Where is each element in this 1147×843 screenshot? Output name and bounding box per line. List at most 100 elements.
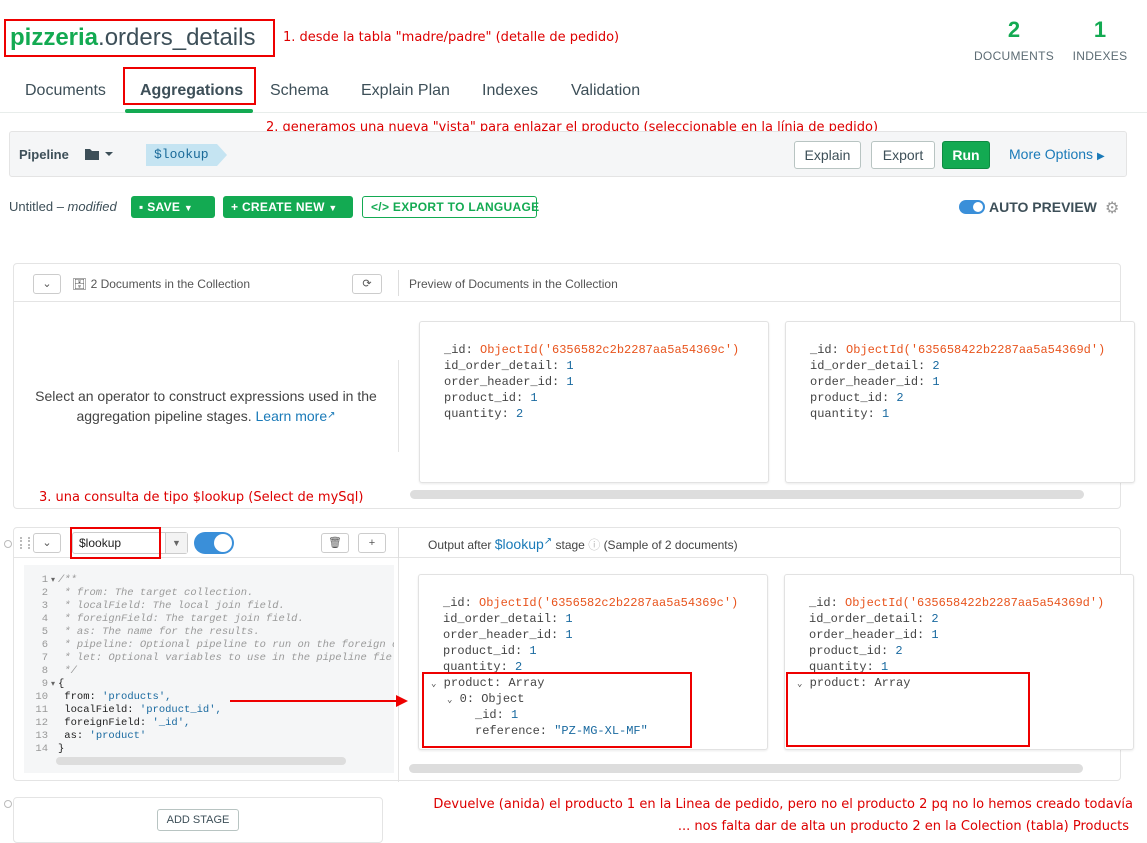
divider xyxy=(398,360,399,452)
info-icon: ⓘ xyxy=(588,538,601,552)
collection-count-label: 2 Documents in the Collection xyxy=(90,277,250,291)
code-line: 6 * pipeline: Optional pipeline to run o… xyxy=(41,639,394,651)
create-new-label: CREATE NEW xyxy=(241,200,325,214)
collapse-button[interactable]: ⌄ xyxy=(33,274,61,294)
add-after-stage-button[interactable]: + xyxy=(358,533,386,553)
documents-count: 2 xyxy=(1007,17,1021,42)
arrow-annotation xyxy=(230,694,410,711)
documents-stat: 2 DOCUMENTS xyxy=(970,17,1058,63)
divider xyxy=(398,558,399,782)
drag-handle-icon[interactable] xyxy=(20,537,30,549)
caret-down-icon: ▼ xyxy=(183,203,194,213)
save-icon: ▪ xyxy=(139,200,144,214)
tab-schema[interactable]: Schema xyxy=(270,82,329,100)
learn-more-label: Learn more xyxy=(255,408,328,424)
refresh-button[interactable]: ⟳ xyxy=(352,274,382,294)
code-line: 13 as: 'product' xyxy=(35,730,147,742)
code-line: 10 from: 'products', xyxy=(35,691,172,703)
auto-preview-toggle[interactable] xyxy=(959,200,985,214)
tab-documents[interactable]: Documents xyxy=(25,82,106,100)
pipeline-name-dash: – xyxy=(53,199,68,214)
learn-more-link[interactable]: Learn more↗ xyxy=(256,408,336,424)
auto-preview-label: AUTO PREVIEW xyxy=(989,199,1097,215)
tab-indexes[interactable]: Indexes xyxy=(482,82,538,100)
gear-icon[interactable]: ⚙ xyxy=(1105,198,1119,218)
collection-count: 🗄 2 Documents in the Collection xyxy=(72,277,250,291)
code-line: 12 foreignField: '_id', xyxy=(35,717,191,729)
more-options-link[interactable]: More Options ▶ xyxy=(1009,146,1105,162)
add-stage-panel: ADD STAGE xyxy=(13,797,383,843)
caret-down-icon: ▼ xyxy=(328,203,338,213)
stage-code-editor[interactable]: 1 ▾/** 2 * from: The target collection. 3 *… xyxy=(24,565,394,773)
folder-icon[interactable] xyxy=(84,147,114,164)
chevron-down-icon: ▼ xyxy=(165,533,187,553)
indexes-count: 1 xyxy=(1093,17,1107,42)
help-line-2: aggregation pipeline stages. xyxy=(76,408,252,424)
stage-connector xyxy=(4,540,12,548)
delete-stage-button[interactable]: 🗑 xyxy=(321,533,349,553)
collapse-button[interactable]: ⌄ xyxy=(33,533,61,553)
annotation-4: Devuelve (anida) el producto 1 en la Lin… xyxy=(433,797,1133,812)
tab-validation[interactable]: Validation xyxy=(571,82,640,100)
output-prefix: Output after xyxy=(428,538,492,552)
output-operator-link[interactable]: $lookup xyxy=(495,536,544,552)
help-text: Select an operator to construct expressi… xyxy=(14,386,398,426)
code-line: 14} xyxy=(35,743,65,755)
editor-scrollbar[interactable] xyxy=(56,757,346,765)
preview-label: Preview of Documents in the Collection xyxy=(409,277,618,291)
tab-explain-plan[interactable]: Explain Plan xyxy=(361,82,450,100)
annotation-box-aggregations xyxy=(123,67,256,105)
code-line: 7 * let: Optional variables to use in th… xyxy=(41,652,394,664)
code-line: 3 * localField: The local join field. xyxy=(41,600,285,612)
lookup-stage-header: ⌄ $lookup ▼ 🗑 + Output after $lookup↗ st… xyxy=(14,528,1120,558)
external-link-icon: ↗ xyxy=(327,410,336,421)
save-label: SAVE xyxy=(147,200,181,214)
create-new-button[interactable]: + CREATE NEW ▼ xyxy=(223,196,353,218)
annotation-box-operator xyxy=(70,527,161,559)
code-line: 11 localField: 'product_id', xyxy=(35,704,222,716)
save-button[interactable]: ▪ SAVE ▼ xyxy=(131,196,215,218)
pipeline-label: Pipeline xyxy=(19,147,69,162)
pipeline-bar: Pipeline $lookup Explain Export Run More… xyxy=(9,131,1127,177)
annotation-1: 1. desde la tabla "madre/padre" (detalle… xyxy=(283,30,620,45)
sample-note: (Sample of 2 documents) xyxy=(603,538,738,552)
code-line: 2 * from: The target collection. xyxy=(41,587,254,599)
preview-document-1: _id: ObjectId('6356582c2b2287aa5a54369c'… xyxy=(419,321,769,483)
indexes-label: INDEXES xyxy=(1072,49,1128,63)
collection-panel-header: ⌄ 🗄 2 Documents in the Collection ⟳ Prev… xyxy=(14,264,1120,302)
code-line: 8 */ xyxy=(41,665,77,677)
stage-enable-toggle[interactable] xyxy=(194,532,234,554)
export-button[interactable]: Export xyxy=(871,141,935,169)
indexes-stat: 1 INDEXES xyxy=(1068,17,1132,63)
annotation-box-title xyxy=(4,19,275,57)
divider xyxy=(398,528,399,558)
pipeline-name-text: Untitled xyxy=(9,199,54,214)
plus-icon: + xyxy=(231,200,239,214)
code-icon: </> xyxy=(371,200,390,214)
horizontal-scrollbar[interactable] xyxy=(410,490,1084,499)
caret-right-icon: ▶ xyxy=(1096,151,1105,162)
explain-button[interactable]: Explain xyxy=(794,141,861,169)
preview-document-2: _id: ObjectId('635658422b2287aa5a54369d'… xyxy=(785,321,1135,483)
output-stage-label: stage xyxy=(555,538,585,552)
code-line: 1 ▾/** xyxy=(41,574,77,586)
code-line: 4 * foreignField: The target join field. xyxy=(41,613,304,625)
documents-label: DOCUMENTS xyxy=(973,49,1055,63)
run-button[interactable]: Run xyxy=(942,141,990,169)
annotation-3: 3. una consulta de tipo $lookup (Select … xyxy=(39,490,364,505)
more-options-label: More Options xyxy=(1009,146,1094,162)
horizontal-scrollbar[interactable] xyxy=(409,764,1083,773)
pipeline-name: Untitled – modified xyxy=(9,199,117,214)
code-line: 5 * as: The name for the results. xyxy=(41,626,260,638)
add-stage-button[interactable]: ADD STAGE xyxy=(157,809,239,831)
active-tab-indicator xyxy=(125,109,253,113)
external-link-icon: ↗ xyxy=(543,536,553,547)
divider xyxy=(398,270,399,296)
collection-panel: ⌄ 🗄 2 Documents in the Collection ⟳ Prev… xyxy=(13,263,1135,509)
annotation-5: ... nos falta dar de alta un producto 2 … xyxy=(677,819,1129,834)
export-to-language-label: EXPORT TO LANGUAGE xyxy=(392,200,540,214)
pipeline-stage-chip[interactable]: $lookup xyxy=(146,144,227,166)
code-line: 9 ▾{ xyxy=(41,678,65,690)
export-to-language-button[interactable]: </> EXPORT TO LANGUAGE xyxy=(362,196,540,218)
annotation-box-output-1 xyxy=(422,672,692,748)
